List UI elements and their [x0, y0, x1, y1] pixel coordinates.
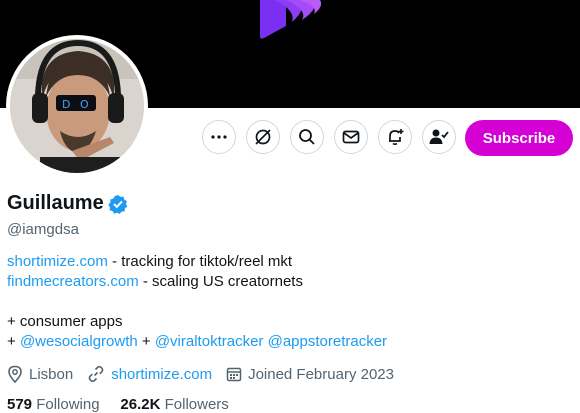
- followers-count: 26.2K: [120, 396, 161, 413]
- profile-handle: @iamgdsa: [7, 221, 79, 238]
- purple-wave-logo: [260, 0, 322, 39]
- bio-blank-line: [7, 292, 387, 312]
- location-pin-icon: [8, 365, 22, 383]
- following-count: 579: [7, 396, 33, 413]
- website-item: shortimize.com: [87, 365, 212, 383]
- subscribe-button[interactable]: Subscribe: [465, 120, 573, 156]
- mention-appstoretracker[interactable]: @appstoretracker: [268, 333, 387, 350]
- bio-text: +: [137, 333, 155, 350]
- link-icon: [88, 365, 104, 383]
- bell-plus-icon: [389, 129, 404, 145]
- bio-text: - tracking for tiktok/reel mkt: [107, 253, 293, 270]
- joined-item: Joined February 2023: [226, 366, 394, 383]
- bio-line: + consumer apps: [7, 313, 123, 330]
- bio-line: shortimize.com - tracking for tiktok/ree…: [7, 252, 387, 272]
- following-link[interactable]: 579 Following: [7, 396, 100, 413]
- more-icon: [211, 135, 227, 139]
- bio-link-findmecreators[interactable]: findmecreators.com: [7, 273, 139, 290]
- bio-text: - scaling US creatornets: [138, 273, 303, 290]
- notify-button[interactable]: [378, 120, 412, 154]
- followers-link[interactable]: 26.2K Followers: [120, 396, 228, 413]
- location-text: Lisbon: [29, 365, 74, 383]
- calendar-icon: [226, 367, 242, 382]
- follow-stats: 579 Following 26.2K Followers: [7, 396, 229, 413]
- following-button[interactable]: [422, 120, 456, 154]
- mention-wesocialgrowth[interactable]: @wesocialgrowth: [20, 333, 138, 350]
- bio-line: findmecreators.com - scaling US creatorn…: [7, 272, 387, 292]
- avatar-image: D O: [10, 39, 144, 173]
- message-button[interactable]: [334, 120, 368, 154]
- more-button[interactable]: [202, 120, 236, 154]
- website-link[interactable]: shortimize.com: [111, 366, 212, 383]
- following-label: Following: [32, 396, 100, 413]
- grok-button[interactable]: [246, 120, 280, 154]
- joined-text: Joined February 2023: [248, 365, 394, 383]
- bio-link-shortimize[interactable]: shortimize.com: [7, 253, 108, 270]
- search-icon: [299, 129, 315, 145]
- profile-meta: Lisbon shortimize.com Joined February 20…: [7, 365, 408, 383]
- avatar-frame: D O: [6, 35, 148, 177]
- bio-text: +: [7, 333, 20, 350]
- svg-text:D: D: [62, 98, 70, 111]
- location-item: Lisbon: [7, 365, 73, 383]
- mention-viraltoktracker[interactable]: @viraltoktracker: [155, 333, 264, 350]
- verified-badge-icon[interactable]: [108, 194, 128, 214]
- display-name: Guillaume: [7, 192, 104, 214]
- avatar[interactable]: D O: [10, 39, 144, 173]
- profile-bio: shortimize.com - tracking for tiktok/ree…: [7, 252, 387, 352]
- grok-icon: [255, 129, 271, 145]
- search-button[interactable]: [290, 120, 324, 154]
- person-check-icon: [429, 129, 449, 144]
- svg-text:O: O: [80, 98, 89, 111]
- mail-icon: [342, 130, 360, 144]
- followers-label: Followers: [160, 396, 229, 413]
- profile-name-row: Guillaume: [7, 192, 128, 215]
- bio-line: + @wesocialgrowth + @viraltoktracker @ap…: [7, 332, 387, 352]
